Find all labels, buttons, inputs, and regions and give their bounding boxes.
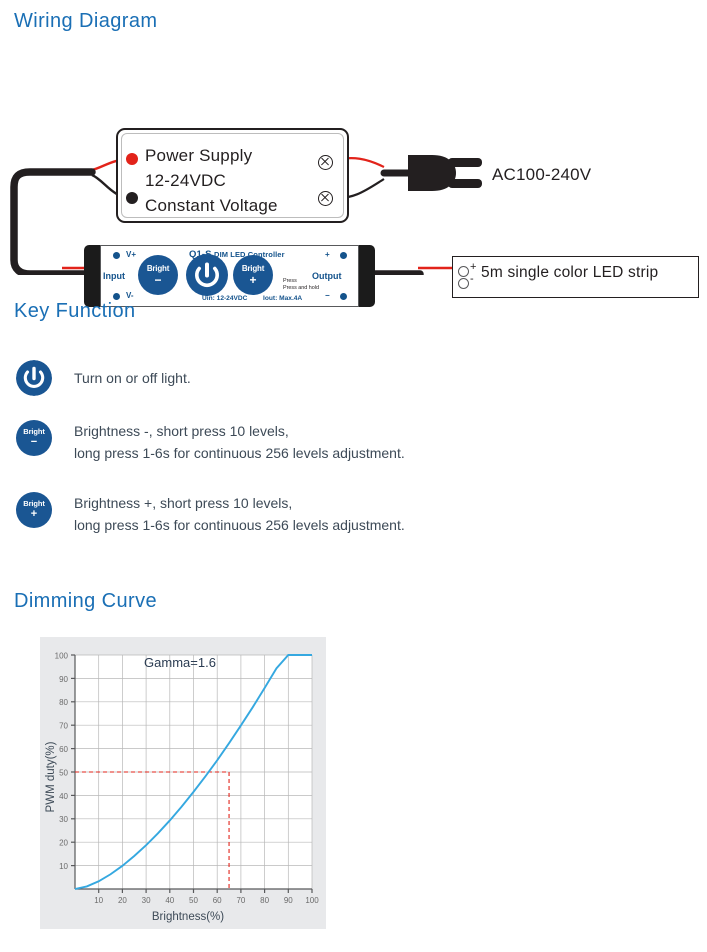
power-supply-line-2: 12-24VDC <box>145 171 226 190</box>
bright-minus-icon: Bright − <box>16 420 52 456</box>
chart-annotation-gamma: Gamma=1.6 <box>144 655 216 670</box>
chart-y-axis-label: PWM duty(%) <box>45 741 57 812</box>
controller-press-hint: Press Press and hold <box>283 278 319 291</box>
ac-input-label: AC100-240V <box>492 165 592 184</box>
psu-ac-screw-terminal-top <box>318 155 333 170</box>
key-function-row-power: Turn on or off light. <box>16 360 191 396</box>
led-strip-minus-sign: - <box>470 273 474 285</box>
power-supply-line-1: Power Supply <box>145 146 253 165</box>
brightness-plus-label: Bright <box>241 263 265 273</box>
svg-text:60: 60 <box>59 745 68 754</box>
psu-ac-screw-terminal-bottom <box>318 191 333 206</box>
controller-pin-vminus: V- <box>126 291 134 300</box>
key-function-power-line-1: Turn on or off light. <box>74 370 191 386</box>
power-supply-line-3: Constant Voltage <box>145 196 278 215</box>
page-title-dimming-curve: Dimming Curve <box>14 590 158 612</box>
key-function-text-brightness-minus: Brightness -, short press 10 levels, lon… <box>74 420 405 464</box>
wiring-diagram: Power Supply 12-24VDC Constant Voltage A… <box>0 55 707 307</box>
svg-text:10: 10 <box>94 896 103 905</box>
controller-pin-dot-out-minus <box>340 293 347 300</box>
svg-text:40: 40 <box>165 896 174 905</box>
brightness-minus-label: Bright <box>146 263 170 273</box>
key-function-plus-line-1: Brightness +, short press 10 levels, <box>74 495 293 511</box>
power-icon <box>16 360 52 396</box>
svg-text:80: 80 <box>260 896 269 905</box>
controller-press-hint-line-2: Press and hold <box>283 284 319 291</box>
led-strip-terminal-minus <box>458 278 469 289</box>
controller-pin-dot-vplus <box>113 252 120 259</box>
svg-text:20: 20 <box>59 839 68 848</box>
key-function-row-brightness-plus: Bright + Brightness +, short press 10 le… <box>16 492 405 536</box>
svg-text:20: 20 <box>118 896 127 905</box>
svg-text:80: 80 <box>59 698 68 707</box>
wiring-lines <box>10 155 482 275</box>
controller-pin-dot-vminus <box>113 293 120 300</box>
psu-negative-terminal-dot <box>126 192 138 204</box>
svg-text:10: 10 <box>59 862 68 871</box>
controller-output-current-spec: Iout: Max.4A <box>263 295 303 302</box>
svg-text:60: 60 <box>213 896 222 905</box>
controller-brightness-minus-button[interactable]: Bright − <box>138 255 178 295</box>
controller-pin-vplus: V+ <box>126 250 137 259</box>
controller-pin-out-plus: + <box>325 250 330 259</box>
key-function-row-brightness-minus: Bright − Brightness -, short press 10 le… <box>16 420 405 464</box>
controller-pin-out-minus: − <box>325 291 330 300</box>
key-function-text-brightness-plus: Brightness +, short press 10 levels, lon… <box>74 492 405 536</box>
chart-x-axis-label: Brightness(%) <box>152 911 224 923</box>
svg-text:70: 70 <box>59 722 68 731</box>
bright-minus-icon-label: Bright <box>23 427 45 437</box>
key-function-text-power: Turn on or off light. <box>74 360 191 389</box>
dimming-curve-chart: 10 20 30 40 50 60 70 80 90 100 10 20 30 40 50 60 70 80 90 1… <box>45 651 319 923</box>
svg-text:40: 40 <box>59 792 68 801</box>
svg-text:100: 100 <box>55 651 69 660</box>
controller-input-voltage-spec: Uin: 12-24VDC <box>202 295 248 302</box>
bright-minus-icon-sign: − <box>30 435 38 448</box>
key-function-minus-line-2: long press 1-6s for continuous 256 level… <box>74 445 405 461</box>
controller-pin-dot-out-plus <box>340 252 347 259</box>
controller-input-label: Input <box>103 271 125 281</box>
controller-brightness-plus-button[interactable]: Bright + <box>233 255 273 295</box>
dimming-curve-panel: 10 20 30 40 50 60 70 80 90 100 10 20 30 40 50 60 70 80 90 1… <box>40 637 326 929</box>
svg-text:30: 30 <box>142 896 151 905</box>
page-title-key-function: Key Function <box>14 300 136 322</box>
controller-power-button[interactable] <box>186 254 228 296</box>
svg-text:50: 50 <box>189 896 198 905</box>
bright-plus-icon-sign: + <box>30 507 38 520</box>
key-function-plus-line-2: long press 1-6s for continuous 256 level… <box>74 517 405 533</box>
psu-positive-terminal-dot <box>126 153 138 165</box>
svg-text:30: 30 <box>59 815 68 824</box>
bright-plus-icon-label: Bright <box>23 499 45 509</box>
led-strip-plus-sign: + <box>470 261 477 273</box>
page-title-wiring-diagram: Wiring Diagram <box>14 10 158 32</box>
brightness-minus-sign: − <box>154 272 162 287</box>
svg-text:100: 100 <box>305 896 319 905</box>
led-strip-terminal-plus <box>458 266 469 277</box>
brightness-plus-sign: + <box>249 272 257 287</box>
key-function-minus-line-1: Brightness -, short press 10 levels, <box>74 423 289 439</box>
svg-text:90: 90 <box>59 675 68 684</box>
led-strip-label: 5m single color LED strip <box>481 264 659 281</box>
power-supply-label: Power Supply 12-24VDC Constant Voltage <box>145 143 278 218</box>
svg-text:70: 70 <box>236 896 245 905</box>
bright-plus-icon: Bright + <box>16 492 52 528</box>
svg-text:90: 90 <box>284 896 293 905</box>
svg-text:50: 50 <box>59 768 68 777</box>
